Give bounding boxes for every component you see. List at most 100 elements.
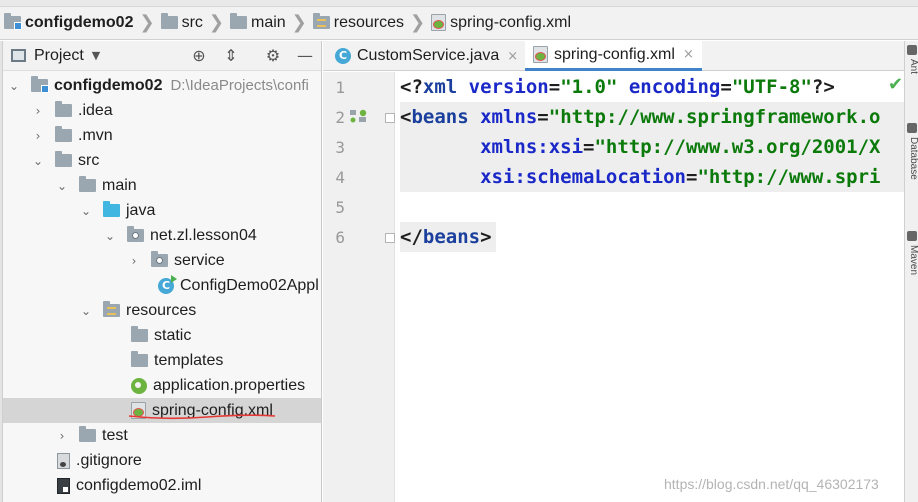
code-token: "http://www.springframework.o [548,106,881,128]
tree-item-mvn[interactable]: › .mvn [3,123,321,148]
folder-icon [55,151,72,167]
code-token: = [720,76,732,98]
line-number: 5 [335,198,345,217]
breadcrumb-separator: ❯ [410,12,426,33]
tool-window-maven[interactable]: Maven [907,245,918,275]
code-token: xsi:schemaLocation [480,166,686,188]
breadcrumb-separator: ❯ [139,12,155,33]
folder-icon [160,13,178,29]
tool-window-database[interactable]: Database [907,137,918,180]
folder-icon [131,351,148,367]
project-panel-header: Project ▼ ⊕ ⇕ ⚙ — [3,41,321,71]
code-token: xml [422,76,469,98]
code-token: beans [422,226,481,248]
tree-item-package[interactable]: ⌄ net.zl.lesson04 [3,223,321,248]
tree-item-resources[interactable]: ⌄ resources [3,298,321,323]
chevron-down-icon: ▼ [91,49,101,62]
project-view-selector[interactable]: Project ▼ [11,47,100,65]
tool-window-ant[interactable]: Ant [907,59,918,74]
module-file-icon [57,477,70,494]
breadcrumb-separator: ❯ [291,12,307,33]
spring-properties-icon [131,377,147,394]
spring-xml-file-icon [533,46,548,63]
code-token: </ [400,226,423,248]
project-panel: Project ▼ ⊕ ⇕ ⚙ — ⌄ configdemo02 D:\Idea… [3,41,322,502]
code-token: = [685,166,698,188]
source-folder-icon [103,201,120,217]
title-bar-strip [0,0,918,7]
editor-tab-bar: C CustomService.java × spring-config.xml… [323,41,904,71]
tree-item-application-class[interactable]: C ConfigDemo02Appl [3,273,321,298]
package-icon [151,251,168,267]
java-class-icon: C [335,48,351,64]
package-icon [127,226,144,242]
fold-toggle-icon[interactable] [385,113,395,123]
check-icon[interactable]: ✔ [888,74,903,95]
chevron-right-icon[interactable]: › [31,104,45,118]
spring-boot-class-icon: C [158,274,177,294]
code-token: xmlns:xsi [480,136,584,158]
chevron-down-icon[interactable]: ⌄ [79,304,93,318]
folder-icon [79,176,96,192]
chevron-down-icon[interactable]: ⌄ [31,154,45,168]
code-token: <? [400,76,423,98]
gear-icon[interactable]: ⚙ [263,46,283,66]
tab-customservice-java[interactable]: C CustomService.java × [327,41,526,71]
tree-item-application-properties[interactable]: application.properties [3,373,321,398]
tree-item-idea[interactable]: › .idea [3,98,321,123]
folder-icon [229,13,247,29]
code-token: "1.0" [560,76,618,98]
ant-icon [907,45,917,55]
line-number: 6 [335,228,345,247]
code-token: = [537,106,549,128]
tree-item-iml[interactable]: configdemo02.iml [3,473,321,498]
tree-item-test[interactable]: › test [3,423,321,448]
tree-item-java[interactable]: ⌄ java [3,198,321,223]
resources-folder-icon [312,13,330,29]
spring-beans-gutter-icon[interactable] [349,109,367,123]
chevron-down-icon[interactable]: ⌄ [79,204,93,218]
code-line-6: </beans> [400,222,492,252]
gitignore-file-icon [57,452,70,469]
chevron-down-icon[interactable]: ⌄ [103,229,117,243]
code-editor[interactable]: <?xml version="1.0" encoding="UTF-8"?> <… [396,72,904,502]
collapse-all-icon[interactable]: ⇕ [221,46,241,66]
code-line-2: <beans xmlns="http://www.springframework… [400,102,880,132]
code-line-4: xsi:schemaLocation="http://www.spri [400,162,880,192]
chevron-right-icon[interactable]: › [31,129,45,143]
tree-item-main[interactable]: ⌄ main [3,173,321,198]
chevron-down-icon[interactable]: ⌄ [7,79,21,93]
fold-toggle-icon[interactable] [385,233,395,243]
locate-file-icon[interactable]: ⊕ [189,46,209,66]
tree-item-service[interactable]: › service [3,248,321,273]
code-token: ?> [811,76,835,98]
tree-item-gitignore[interactable]: .gitignore [3,448,321,473]
chevron-right-icon[interactable]: › [55,429,69,443]
folder-icon [131,326,148,342]
tree-item-src[interactable]: ⌄ src [3,148,321,173]
tree-item-static[interactable]: static [3,323,321,348]
code-token: > [480,226,492,248]
tree-item-spring-config-xml[interactable]: spring-config.xml [3,398,321,423]
hide-panel-icon[interactable]: — [295,46,315,66]
line-number: 1 [335,78,345,97]
editor-gutter[interactable]: 1 2 3 4 5 6 [323,72,395,502]
module-folder-icon [31,76,49,93]
close-icon[interactable]: × [683,47,694,62]
tree-item-configdemo02[interactable]: ⌄ configdemo02 D:\IdeaProjects\confi [3,73,321,98]
code-token: "http://www.spri [697,166,881,188]
tab-spring-config-xml[interactable]: spring-config.xml × [525,41,702,71]
module-folder-icon [4,13,22,30]
chevron-right-icon[interactable]: › [127,254,141,268]
code-token: encoding [628,76,721,98]
resources-folder-icon [103,301,120,317]
line-number: 4 [335,168,345,187]
code-line-1: <?xml version="1.0" encoding="UTF-8"?> [400,72,835,102]
close-icon[interactable]: × [507,49,518,64]
code-token: xmlns [480,106,538,128]
chevron-down-icon[interactable]: ⌄ [55,179,69,193]
code-token: < [400,106,412,128]
tree-item-templates[interactable]: templates [3,348,321,373]
